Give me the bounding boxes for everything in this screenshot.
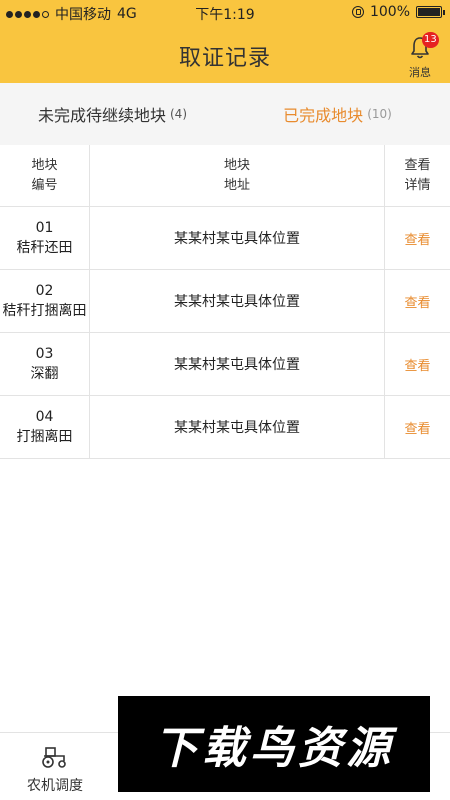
plot-type: 打捆离田 <box>16 429 73 445</box>
tractor-icon <box>42 747 66 768</box>
table-row: 03 深翻 某某村某屯具体位置 查看 <box>0 333 450 396</box>
nav-label: 农机调度 <box>27 778 83 794</box>
table-header: 地块 编号 地块 地址 查看 详情 <box>0 145 450 207</box>
view-button[interactable]: 查看 <box>404 418 430 437</box>
view-cell: 查看 <box>385 333 450 395</box>
table-row: 04 打捆离田 某某村某屯具体位置 查看 <box>0 396 450 459</box>
plot-address: 某某村某屯具体位置 <box>174 294 300 310</box>
plot-type: 秸秆打捆离田 <box>2 303 87 319</box>
view-cell: 查看 <box>385 396 450 458</box>
rotation-lock-icon <box>351 6 364 18</box>
nav-item-machinery-dispatch[interactable]: 农机调度 <box>0 733 110 800</box>
plot-id-cell: 04 打捆离田 <box>0 396 90 458</box>
battery-icon <box>416 6 445 18</box>
battery-percent: 100% <box>369 4 410 20</box>
app-screen: 中国移动 4G 下午1:19 100% 取证记录 13 消息 未完成待继续地块 … <box>0 0 450 800</box>
battery-fill <box>418 8 440 16</box>
plot-address-cell: 某某村某屯具体位置 <box>90 333 385 395</box>
plot-id: 02 <box>35 283 54 299</box>
tab-finished-label: 已完成地块 <box>283 106 364 125</box>
plot-address-cell: 某某村某屯具体位置 <box>90 270 385 332</box>
column-header-address: 地块 地址 <box>90 145 385 206</box>
tab-unfinished-count: (4) <box>170 107 187 121</box>
table-row: 01 秸秆还田 某某村某屯具体位置 查看 <box>0 207 450 270</box>
view-button[interactable]: 查看 <box>404 229 430 248</box>
watermark-text: 下载鸟资源 <box>154 723 394 774</box>
messages-button[interactable]: 13 消息 <box>400 32 440 80</box>
tab-unfinished[interactable]: 未完成待继续地块 (4) <box>0 83 225 145</box>
watermark-overlay: 下载鸟资源 <box>118 696 430 792</box>
view-cell: 查看 <box>385 207 450 269</box>
plot-table: 地块 编号 地块 地址 查看 详情 01 秸秆还田 某某村某屯具体位置 查看 0… <box>0 145 450 459</box>
plot-address-cell: 某某村某屯具体位置 <box>90 396 385 458</box>
plot-id-cell: 03 深翻 <box>0 333 90 395</box>
plot-id-cell: 01 秸秆还田 <box>0 207 90 269</box>
column-header-details: 查看 详情 <box>404 157 431 193</box>
tab-bar: 未完成待继续地块 (4) 已完成地块 (10) <box>0 83 450 227</box>
view-button[interactable]: 查看 <box>404 355 430 374</box>
plot-type: 秸秆还田 <box>16 240 73 256</box>
status-right: 100% <box>351 4 445 20</box>
tab-finished-count: (10) <box>367 107 392 121</box>
plot-address: 某某村某屯具体位置 <box>174 420 300 436</box>
view-button[interactable]: 查看 <box>404 292 430 311</box>
plot-address: 某某村某屯具体位置 <box>174 357 300 373</box>
plot-type: 深翻 <box>30 366 59 382</box>
plot-id-cell: 02 秸秆打捆离田 <box>0 270 90 332</box>
plot-id: 04 <box>35 409 54 425</box>
plot-id: 03 <box>35 346 54 362</box>
table-row: 02 秸秆打捆离田 某某村某屯具体位置 查看 <box>0 270 450 333</box>
messages-badge: 13 <box>422 32 439 48</box>
header: 中国移动 4G 下午1:19 100% 取证记录 13 消息 <box>0 0 450 83</box>
column-header-id: 地块 编号 <box>0 145 90 206</box>
tab-finished[interactable]: 已完成地块 (10) <box>225 83 450 145</box>
messages-label: 消息 <box>409 66 431 79</box>
status-bar: 中国移动 4G 下午1:19 100% <box>0 0 450 26</box>
tab-unfinished-label: 未完成待继续地块 <box>37 106 166 125</box>
page-title: 取证记录 <box>178 46 271 71</box>
plot-id: 01 <box>35 220 54 236</box>
plot-address: 某某村某屯具体位置 <box>174 231 300 247</box>
plot-address-cell: 某某村某屯具体位置 <box>90 207 385 269</box>
view-cell: 查看 <box>385 270 450 332</box>
